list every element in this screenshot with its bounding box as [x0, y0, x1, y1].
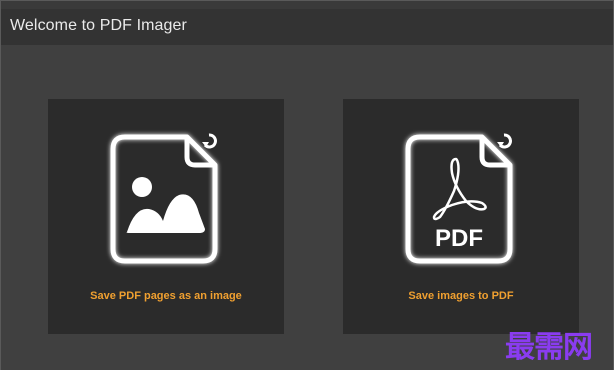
- save-images-to-pdf-label: Save images to PDF: [408, 290, 514, 302]
- title-bar: [1, 1, 613, 9]
- app-window: Welcome to PDF Imager Save PDF pages as …: [0, 0, 614, 370]
- image-file-icon: [110, 133, 218, 264]
- save-images-to-pdf-card[interactable]: PDF Save images to PDF: [343, 99, 579, 334]
- save-pdf-as-image-label: Save PDF pages as an image: [90, 290, 242, 302]
- header-bar: Welcome to PDF Imager: [1, 9, 613, 45]
- save-pdf-as-image-card[interactable]: Save PDF pages as an image: [48, 99, 284, 334]
- pdf-file-icon: PDF: [405, 133, 513, 264]
- watermark-text: 最需网: [505, 330, 593, 365]
- pdf-icon-text: PDF: [435, 225, 483, 252]
- window-title: Welcome to PDF Imager: [10, 17, 187, 34]
